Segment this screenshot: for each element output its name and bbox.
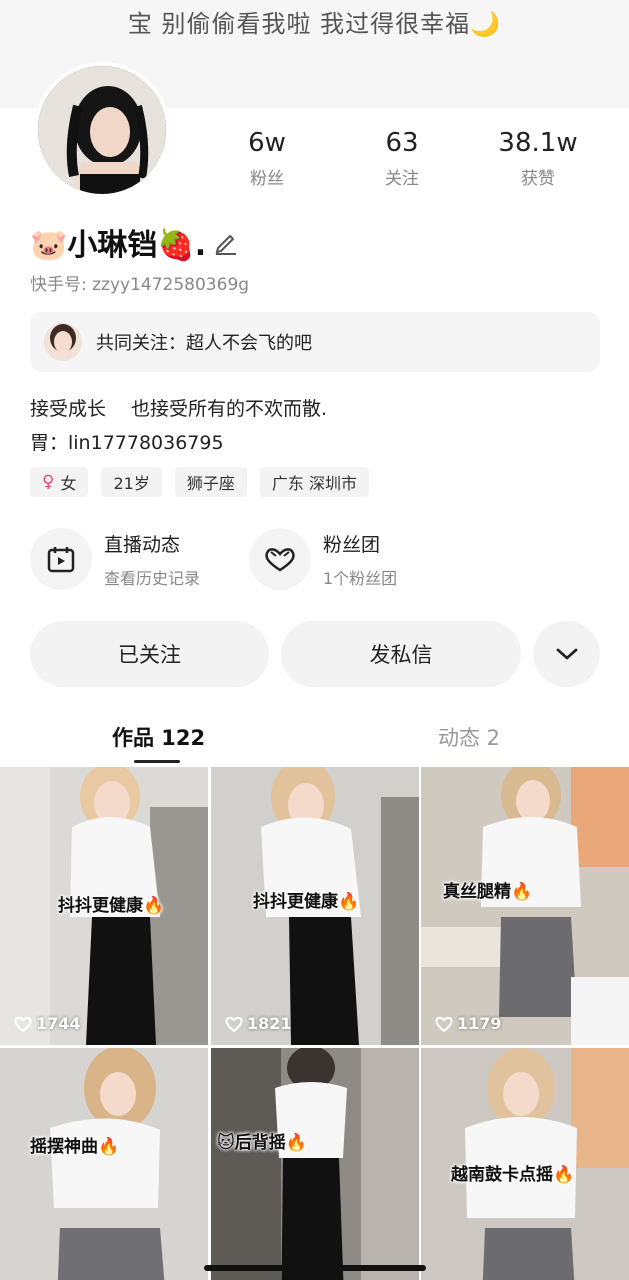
tab-works[interactable]: 作品 122	[112, 722, 205, 752]
live-history-entry[interactable]: 直播动态 查看历史记录	[30, 528, 200, 590]
stat-following-label: 关注	[385, 169, 419, 189]
stat-following-value: 63	[385, 128, 419, 158]
tag-age: 21岁	[101, 467, 162, 497]
like-count-value: 1179	[457, 1014, 502, 1033]
fan-club-entry[interactable]: 粉丝团 1个粉丝团	[249, 528, 397, 590]
send-message-button[interactable]: 发私信	[281, 621, 521, 687]
work-item[interactable]: 越南鼓卡点摇🔥	[421, 1048, 629, 1280]
bio-line-2: 胃：lin17778036795	[30, 432, 224, 454]
work-caption: 🐱后背摇🔥	[217, 1133, 307, 1153]
work-caption: 真丝腿精🔥	[443, 882, 533, 902]
fan-club-subtitle: 1个粉丝团	[323, 568, 398, 588]
work-item[interactable]: 摇摆神曲🔥	[0, 1048, 208, 1280]
stat-likes[interactable]: 38.1w 获赞	[478, 128, 598, 189]
like-count: 1744	[14, 1014, 81, 1033]
heart-badge-icon	[249, 528, 311, 590]
tag-gender: ♀ 女	[30, 467, 89, 497]
work-caption: 抖抖更健康🔥	[253, 892, 360, 912]
nickname-row: 🐷小琳铛🍓.	[30, 222, 240, 263]
work-item[interactable]: 抖抖更健康🔥 1744	[0, 767, 208, 1045]
live-history-title: 直播动态	[104, 533, 181, 556]
stat-following[interactable]: 63 关注	[342, 128, 462, 189]
bio-line-1: 接受成长 也接受所有的不欢而散.	[30, 398, 328, 420]
work-item[interactable]: 真丝腿精🔥 1179	[421, 767, 629, 1045]
followed-button[interactable]: 已关注	[30, 621, 269, 687]
work-caption: 越南鼓卡点摇🔥	[451, 1165, 575, 1185]
like-count-value: 1744	[36, 1014, 81, 1033]
work-item[interactable]: 🐱后背摇🔥	[211, 1048, 419, 1280]
like-count-value: 1821	[247, 1014, 292, 1033]
tag-location: 广东 深圳市	[259, 467, 369, 497]
calendar-play-icon	[30, 528, 92, 590]
stat-likes-value: 38.1w	[498, 128, 578, 158]
chevron-down-icon	[556, 648, 577, 660]
edit-icon[interactable]	[212, 228, 240, 256]
heart-icon	[14, 1016, 32, 1032]
more-options-button[interactable]	[533, 621, 600, 687]
user-id: 快手号: zzyy1472580369g	[30, 275, 250, 295]
home-indicator[interactable]	[204, 1265, 426, 1271]
work-caption: 摇摆神曲🔥	[30, 1137, 120, 1157]
header-signature: 宝 别偷偷看我啦 我过得很幸福🌙	[127, 10, 502, 38]
avatar[interactable]	[34, 62, 170, 198]
heart-icon	[435, 1016, 453, 1032]
mutual-follow-text: 共同关注：超人不会飞的吧	[96, 333, 312, 354]
mutual-avatar	[44, 323, 82, 361]
tag-gender-label: 女	[60, 474, 77, 493]
profile-tags: ♀ 女 21岁 狮子座 广东 深圳市	[30, 467, 369, 497]
fan-club-title: 粉丝团	[323, 533, 381, 556]
tab-active-indicator	[134, 760, 180, 763]
nickname: 🐷小琳铛🍓.	[30, 228, 207, 263]
stat-fans-value: 6w	[248, 128, 286, 158]
mutual-follow-bar[interactable]: 共同关注：超人不会飞的吧	[30, 312, 600, 372]
stat-fans-label: 粉丝	[250, 169, 284, 189]
female-icon: ♀	[42, 472, 55, 492]
like-count: 1179	[435, 1014, 502, 1033]
work-item[interactable]: 抖抖更健康🔥 1821	[211, 767, 419, 1045]
stat-fans[interactable]: 6w 粉丝	[207, 128, 327, 189]
tag-zodiac: 狮子座	[174, 467, 247, 497]
work-caption: 抖抖更健康🔥	[58, 896, 165, 916]
tab-moments[interactable]: 动态 2	[438, 722, 500, 752]
heart-icon	[225, 1016, 243, 1032]
like-count: 1821	[225, 1014, 292, 1033]
live-history-subtitle: 查看历史记录	[104, 568, 201, 588]
stat-likes-label: 获赞	[521, 169, 555, 189]
